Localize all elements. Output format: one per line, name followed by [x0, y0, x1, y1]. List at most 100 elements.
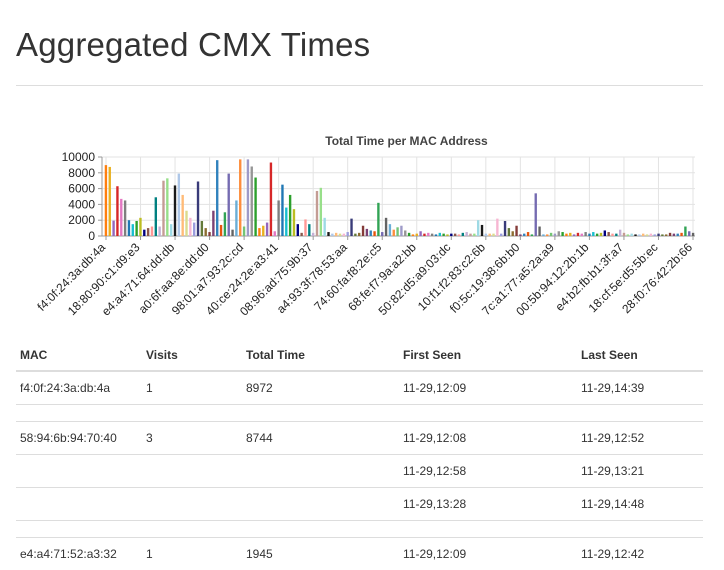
- bar: [573, 234, 575, 236]
- bar: [170, 224, 172, 236]
- bar: [251, 166, 253, 236]
- bar: [335, 233, 337, 236]
- bar: [377, 203, 379, 236]
- bar: [485, 234, 487, 236]
- bar: [654, 234, 656, 236]
- column-header-first-seen[interactable]: First Seen: [399, 340, 577, 371]
- bar: [347, 232, 349, 236]
- spacer-cell: [142, 405, 242, 422]
- bar: [208, 232, 210, 236]
- cell-visits: 1: [142, 371, 242, 405]
- bar: [158, 227, 160, 236]
- bar: [627, 234, 629, 236]
- visits-table: MAC Visits Total Time First Seen Last Se…: [16, 340, 703, 570]
- bar: [212, 211, 214, 236]
- bar: [408, 233, 410, 236]
- y-tick-label: 10000: [62, 150, 96, 164]
- bar: [350, 219, 352, 236]
- bar: [155, 197, 157, 236]
- bar: [523, 234, 525, 236]
- bar: [692, 233, 694, 236]
- bar: [270, 163, 272, 236]
- bar: [285, 208, 287, 236]
- bar: [542, 234, 544, 236]
- bar: [339, 234, 341, 236]
- bar: [619, 230, 621, 236]
- bar: [550, 233, 552, 236]
- bar: [431, 234, 433, 236]
- bar: [519, 234, 521, 236]
- bar: [531, 234, 533, 236]
- spacer-cell: [242, 405, 399, 422]
- bar: [680, 233, 682, 236]
- bar: [665, 234, 667, 236]
- bar: [166, 178, 168, 236]
- column-header-mac[interactable]: MAC: [16, 340, 142, 371]
- bar: [546, 234, 548, 236]
- page-title: Aggregated CMX Times: [16, 26, 370, 64]
- bar: [323, 218, 325, 236]
- bar: [189, 218, 191, 236]
- bar: [381, 232, 383, 236]
- bar: [650, 234, 652, 236]
- bar: [661, 234, 663, 236]
- bar: [404, 230, 406, 236]
- bar: [615, 234, 617, 236]
- bar: [139, 218, 141, 236]
- bar: [623, 233, 625, 236]
- cell-last-seen: 11-29,14:48: [577, 488, 703, 521]
- table-header-row: MAC Visits Total Time First Seen Last Se…: [16, 340, 703, 371]
- bar: [561, 232, 563, 236]
- cell-total-time: 1945: [242, 538, 399, 570]
- bar: [607, 232, 609, 236]
- bar: [554, 234, 556, 236]
- column-header-total-time[interactable]: Total Time: [242, 340, 399, 371]
- bar: [193, 223, 195, 236]
- bar: [512, 231, 514, 236]
- bar: [331, 234, 333, 236]
- table-spacer-row: [16, 405, 703, 422]
- cell-total-time: 8972: [242, 371, 399, 405]
- spacer-cell: [242, 521, 399, 538]
- bar: [569, 233, 571, 236]
- bar: [205, 228, 207, 236]
- cell-visits: [142, 488, 242, 521]
- bar: [174, 185, 176, 236]
- bar: [216, 160, 218, 236]
- bar: [527, 232, 529, 236]
- bar: [289, 195, 291, 236]
- bar: [197, 181, 199, 236]
- bar: [535, 193, 537, 236]
- bar: [688, 231, 690, 236]
- bar: [389, 224, 391, 236]
- bar: [611, 234, 613, 236]
- bar: [673, 234, 675, 236]
- cell-visits: [142, 455, 242, 488]
- column-header-last-seen[interactable]: Last Seen: [577, 340, 703, 371]
- bar: [316, 191, 318, 236]
- bar: [465, 232, 467, 236]
- bar: [669, 233, 671, 236]
- bar: [412, 234, 414, 236]
- bar: [112, 221, 114, 236]
- cell-total-time: [242, 455, 399, 488]
- bar: [151, 227, 153, 236]
- cell-visits: 1: [142, 538, 242, 570]
- bar: [396, 227, 398, 236]
- cell-total-time: 8744: [242, 422, 399, 455]
- bar: [630, 234, 632, 236]
- cell-mac: e4:a4:71:52:a3:32: [16, 538, 142, 570]
- bar: [277, 200, 279, 236]
- bar: [646, 234, 648, 236]
- bar: [105, 165, 107, 236]
- y-tick-label: 4000: [68, 197, 95, 211]
- bar: [312, 233, 314, 236]
- bar: [558, 231, 560, 236]
- bar: [596, 234, 598, 236]
- column-header-visits[interactable]: Visits: [142, 340, 242, 371]
- bar: [362, 226, 364, 236]
- cell-first-seen: 11-29,12:08: [399, 422, 577, 455]
- cell-last-seen: 11-29,12:52: [577, 422, 703, 455]
- bar: [450, 234, 452, 236]
- bar: [462, 233, 464, 236]
